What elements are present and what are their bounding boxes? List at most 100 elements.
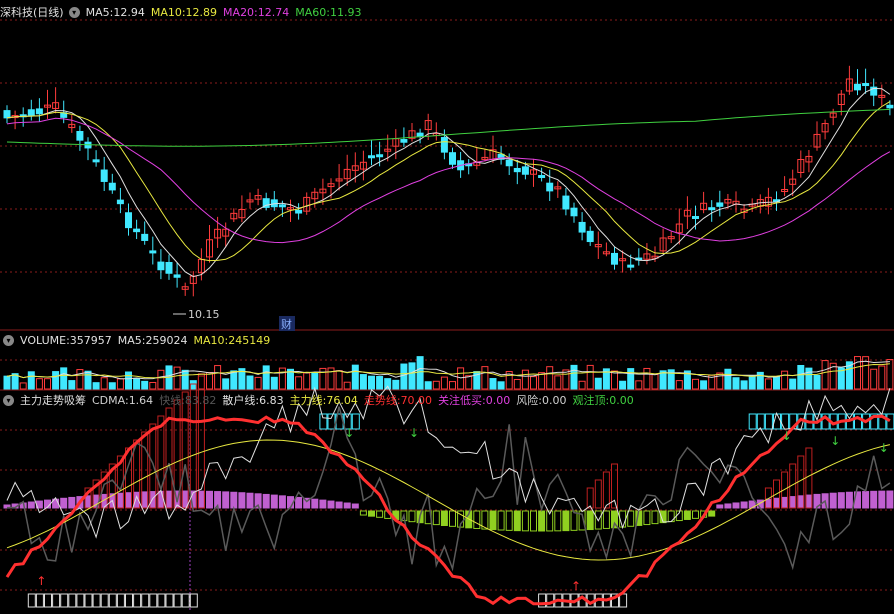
- volume-bar: [416, 356, 424, 390]
- indicator-green-bar: [473, 510, 481, 529]
- indicator-red-bar: [586, 487, 594, 509]
- volume-bar: [870, 368, 878, 390]
- candle-down: [278, 204, 286, 208]
- indicator-green-bar: [651, 510, 659, 525]
- indicator-collapse-icon[interactable]: ▾: [3, 394, 14, 406]
- indicator-green-bar: [602, 510, 610, 529]
- kuaixian-value: 83.82: [184, 393, 217, 407]
- candle-down: [586, 230, 594, 243]
- volume-bar: [538, 372, 546, 390]
- collapse-circle-icon[interactable]: ▾: [68, 6, 80, 18]
- volume-bar: [700, 380, 708, 390]
- indicator-magenta-bar: [206, 490, 213, 509]
- signal-box-low: [125, 593, 133, 608]
- signal-box-low: [60, 593, 69, 608]
- volume-bar: [303, 372, 311, 390]
- signal-box-low: [181, 593, 190, 608]
- vol-ma5-value: 259024: [145, 333, 188, 347]
- signal-box-high: [319, 413, 328, 430]
- volume-ma-lines: [6, 360, 890, 380]
- signal-box-low: [133, 593, 142, 608]
- volume-bar: [262, 365, 270, 390]
- signal-box-low: [84, 593, 93, 608]
- volume-bar: [781, 370, 789, 390]
- vol-ma5-label: MA5:: [117, 333, 146, 347]
- candle-down: [692, 216, 699, 220]
- event-tag-financial[interactable]: 财: [281, 317, 292, 331]
- candle-down: [513, 167, 521, 173]
- up-arrow-icon: ↑: [571, 579, 581, 593]
- volume-bar: [60, 367, 68, 390]
- volume-bar: [173, 366, 181, 390]
- volume-collapse-icon[interactable]: ▾: [3, 334, 14, 346]
- candle-down: [400, 139, 408, 143]
- volume-bar: [821, 360, 829, 390]
- volume-title: VOLUME:: [20, 333, 70, 347]
- ma60-value: 11.93: [329, 5, 362, 19]
- volume-bar: [789, 378, 797, 390]
- candle-down: [108, 182, 116, 191]
- indicator-magenta-bar: [327, 500, 335, 509]
- ma10-line: [6, 101, 891, 262]
- candle-down: [76, 131, 84, 141]
- volume-bar: [627, 368, 635, 390]
- stock-chart-canvas[interactable]: ↓ ↓ ↓ ↓ ↓ ↑ ↑ 10.15 财: [0, 0, 894, 614]
- zoushi-value: 70.00: [400, 393, 433, 407]
- candle-down: [165, 261, 173, 274]
- volume-bars[interactable]: [3, 356, 894, 390]
- indicator-magenta-bar: [829, 492, 837, 509]
- indicator-green-bar: [586, 510, 594, 531]
- candle-down: [125, 212, 132, 229]
- indicator-magenta-bar: [732, 502, 740, 509]
- fengxian-value: 0.00: [542, 393, 567, 407]
- indicator-title[interactable]: 主力走势吸筹: [20, 392, 86, 408]
- candle-down: [157, 261, 165, 271]
- volume-bar: [116, 378, 124, 390]
- indicator-magenta-bar: [870, 490, 878, 509]
- signal-box-high: [748, 413, 757, 430]
- candle-down: [141, 233, 149, 241]
- signal-box-low: [100, 593, 109, 608]
- indicator-magenta-bar: [157, 490, 165, 509]
- volume-bar: [651, 374, 659, 390]
- ma20-label: MA20:: [223, 5, 258, 19]
- volume-bar: [125, 371, 132, 390]
- guanzhu-value: 0.00: [485, 393, 511, 407]
- indicator-magenta-bar: [84, 495, 92, 509]
- down-arrow-icon: ↓: [830, 434, 840, 448]
- volume-bar: [278, 367, 286, 390]
- indicator-green-bar: [692, 510, 699, 519]
- volume-bar: [335, 370, 343, 390]
- indicator-green-bar: [489, 510, 497, 531]
- indicator-magenta-bar: [295, 496, 303, 509]
- main-panel-header: 深科技(日线) ▾ MA5: 12.94 MA10: 12.89 MA20: 12.7…: [0, 3, 367, 21]
- volume-bar: [724, 368, 732, 390]
- candle-down: [521, 166, 529, 175]
- signal-box-low: [52, 593, 61, 608]
- ma10-value: 12.89: [185, 5, 218, 19]
- ma20-value: 12.74: [257, 5, 290, 19]
- indicator-magenta-bar: [789, 496, 797, 509]
- volume-bar: [643, 367, 651, 390]
- volume-bar: [740, 380, 748, 390]
- indicator-green-bar: [408, 510, 416, 523]
- ma5-label: MA5:: [85, 5, 114, 19]
- volume-bar: [214, 365, 222, 390]
- volume-bar: [432, 380, 440, 390]
- zhuli-label: 主力线:: [289, 394, 327, 407]
- volume-bar: [270, 376, 278, 390]
- volume-bar: [570, 364, 578, 390]
- volume-bar: [764, 378, 772, 390]
- volume-bar: [141, 380, 149, 390]
- candle-down: [173, 274, 181, 278]
- indicator-magenta-bar: [862, 491, 870, 509]
- ma60-line: [6, 108, 890, 147]
- volume-bar: [489, 378, 497, 390]
- candle-down: [92, 159, 100, 163]
- volume-bar: [359, 374, 367, 390]
- candle-down: [505, 159, 513, 167]
- price-candlesticks[interactable]: [3, 65, 894, 297]
- volume-bar: [594, 377, 602, 390]
- indicator-plot[interactable]: ↓ ↓ ↓ ↓ ↓ ↑ ↑: [3, 375, 894, 608]
- indicator-magenta-bar: [740, 501, 748, 509]
